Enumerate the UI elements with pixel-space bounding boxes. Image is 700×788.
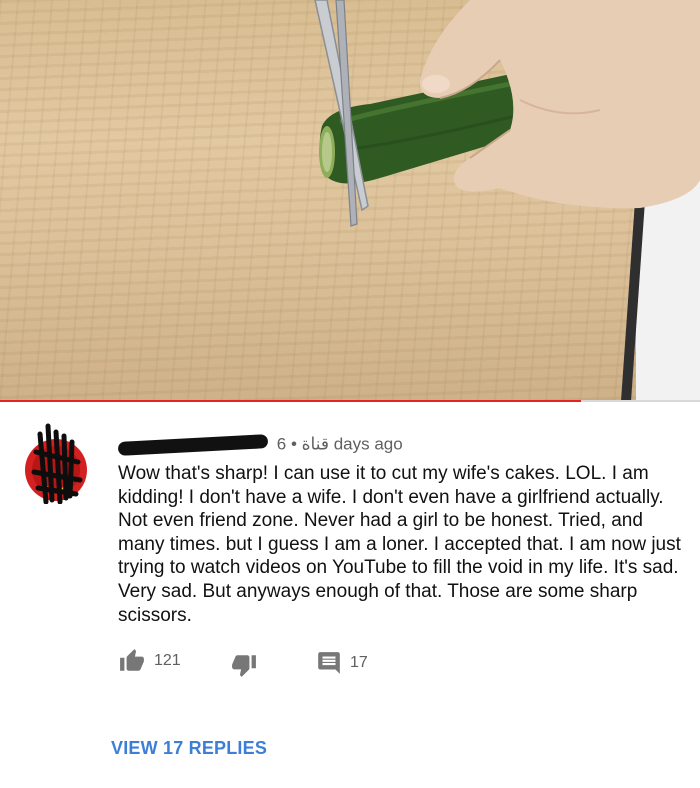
- view-replies-link[interactable]: VIEW 17 REPLIES: [111, 738, 267, 759]
- thumb-up-icon: [120, 649, 144, 671]
- thumb-down-icon: [232, 655, 256, 677]
- comment-text: Wow that's sharp! I can use it to cut my…: [118, 463, 681, 626]
- comment-meta: قناة • 6 days ago: [117, 433, 403, 458]
- dislike-button[interactable]: [230, 652, 258, 678]
- author-name-redacted[interactable]: [117, 433, 269, 456]
- reply-button[interactable]: 17: [316, 650, 368, 676]
- channel-tag: قناة: [301, 434, 329, 454]
- like-count: 121: [154, 652, 181, 669]
- video-frame-illustration: [314, 0, 700, 227]
- comment-icon: [318, 652, 340, 674]
- reply-count: 17: [350, 654, 368, 671]
- video-player[interactable]: [0, 0, 700, 402]
- meta-separator: •: [290, 434, 297, 454]
- avatar[interactable]: [22, 422, 90, 504]
- like-button[interactable]: 121: [118, 648, 181, 674]
- progress-fill: [0, 400, 581, 402]
- progress-bar[interactable]: [0, 400, 700, 402]
